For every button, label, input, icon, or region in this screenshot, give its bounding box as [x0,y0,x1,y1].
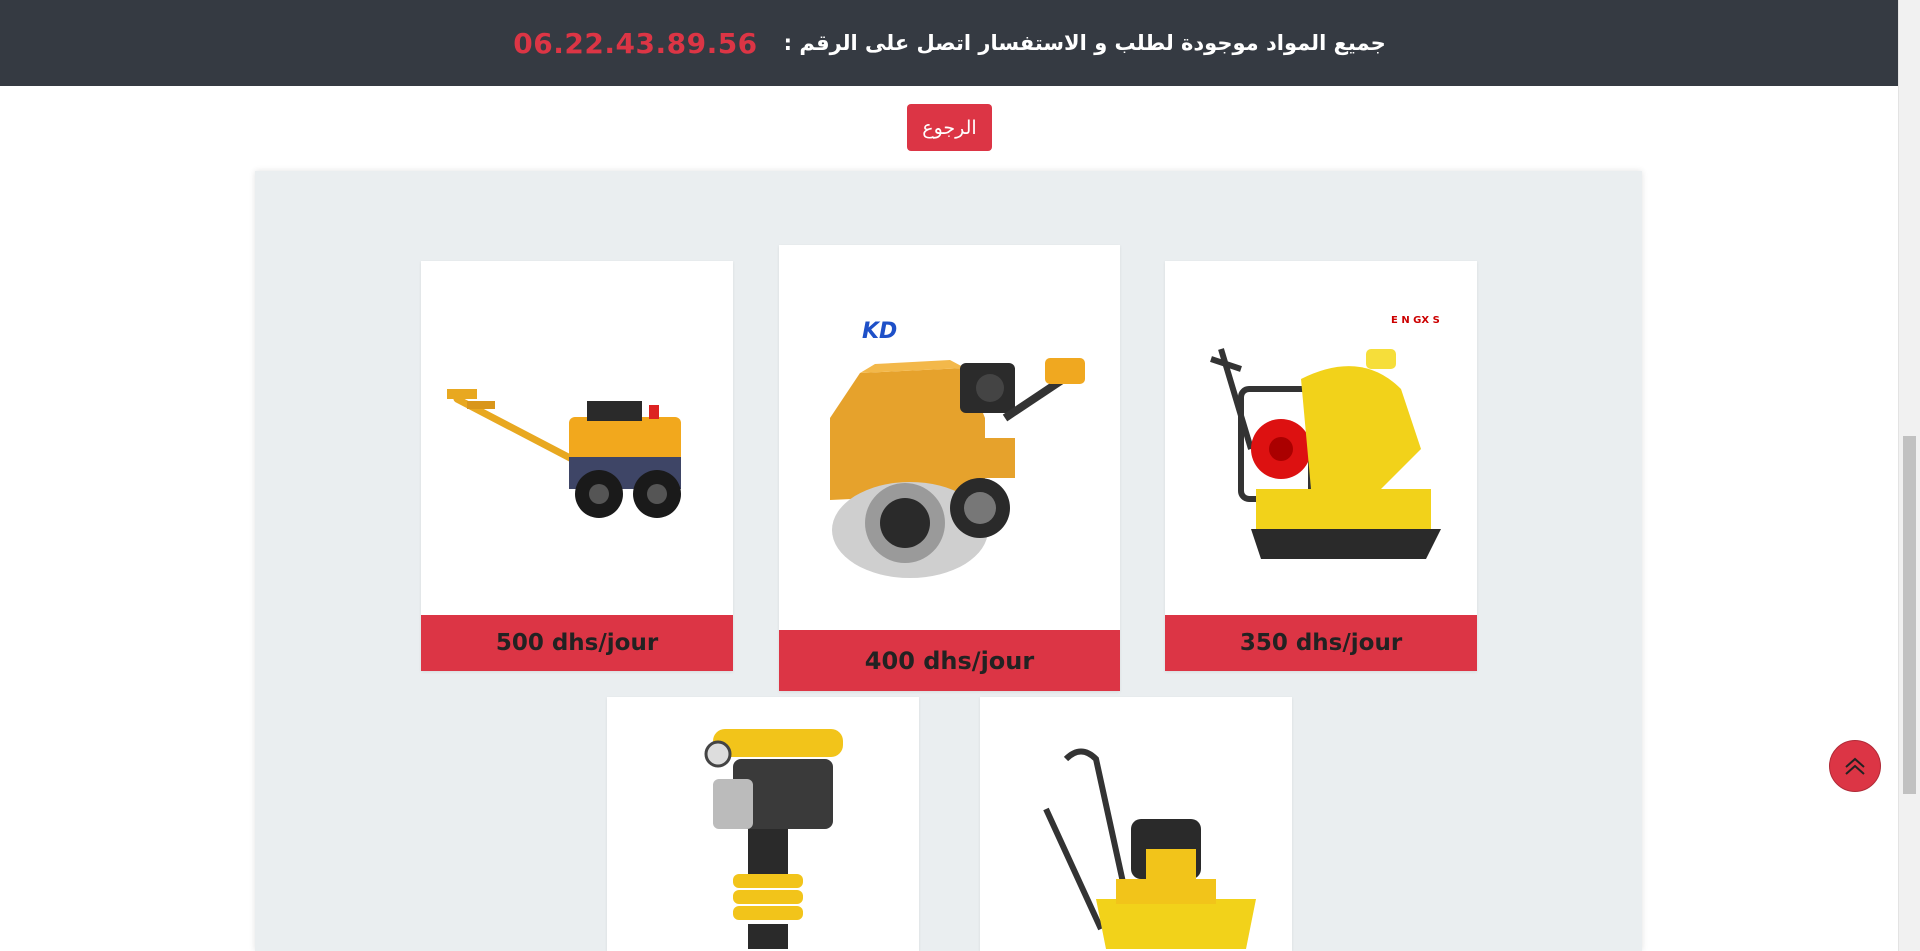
compactor-image-icon [1043,748,1256,949]
product-card[interactable]: 500 dhs/jour [421,261,733,671]
brand-logo: E N GX S [1391,315,1440,326]
banner-message: جميع المواد موجودة لطلب و الاستفسار اتصل… [783,31,1386,55]
product-price: 500 dhs/jour [421,615,733,671]
roller-image-icon: KD [829,319,1085,578]
product-card[interactable]: KD 400 dhs/jour [779,245,1120,691]
scrollbar-thumb[interactable] [1903,436,1916,794]
banner-phone[interactable]: 06.22.43.89.56 [513,27,757,60]
product-image [607,697,919,951]
back-button[interactable]: الرجوع [907,104,992,151]
product-price: 350 dhs/jour [1165,615,1477,671]
product-image [980,697,1292,951]
double-chevron-up-icon [1845,757,1865,775]
top-banner: جميع المواد موجودة لطلب و الاستفسار اتصل… [0,0,1899,86]
product-card[interactable]: E N GX S 350 dhs/jour [1165,261,1477,671]
product-price: 400 dhs/jour [779,630,1120,691]
brand-logo: KD [862,319,897,344]
product-image [421,261,733,616]
compactor-image-icon: E N GX S [1210,315,1441,559]
product-image: KD [779,245,1120,630]
roller-image-icon [447,388,681,518]
scroll-to-top-button[interactable] [1829,740,1881,792]
products-panel: 500 dhs/jour KD 400 dhs/jour E N GX S 35… [255,171,1642,951]
product-card[interactable] [980,697,1292,951]
product-image: E N GX S [1165,261,1477,616]
rammer-image-icon [704,729,843,949]
product-card[interactable] [607,697,919,951]
page-scrollbar[interactable] [1898,0,1920,951]
